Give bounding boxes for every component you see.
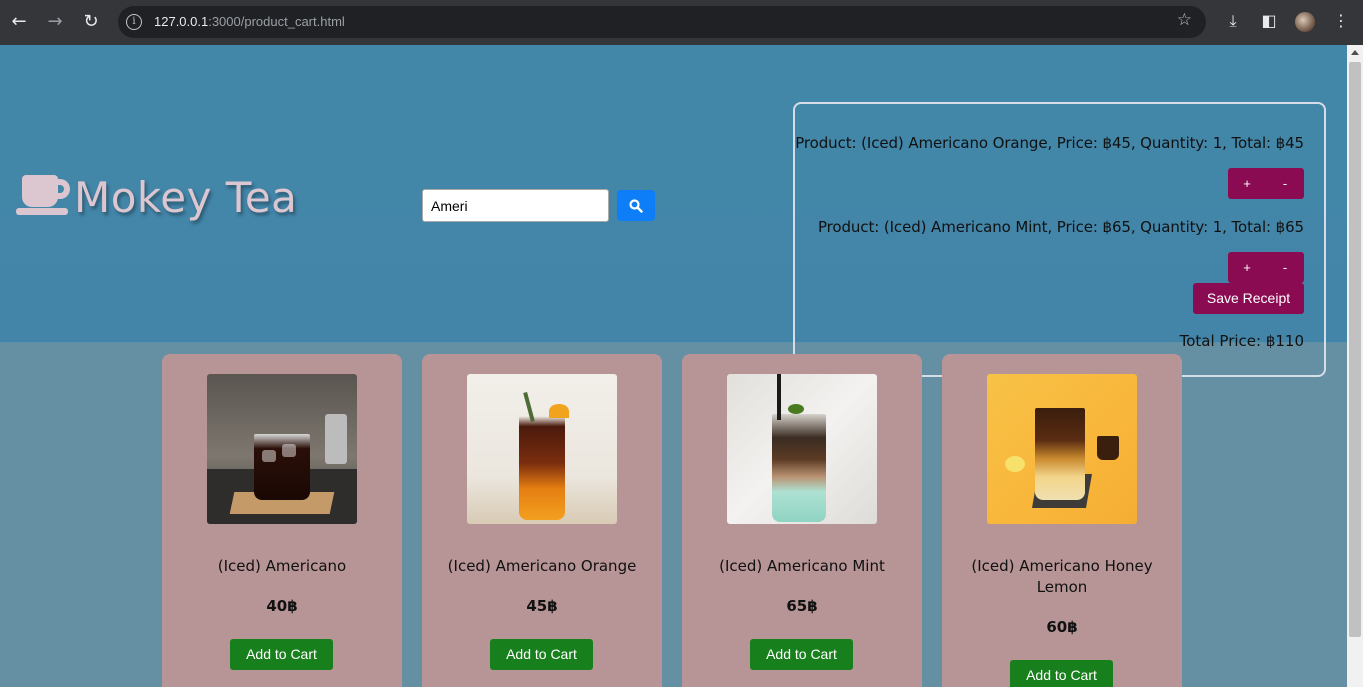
- reload-icon[interactable]: ↻: [78, 9, 104, 35]
- product-card: (Iced) Americano Mint 65฿ Add to Cart: [682, 354, 922, 687]
- page-scrollbar[interactable]: [1347, 45, 1363, 687]
- product-name: (Iced) Americano: [217, 557, 347, 575]
- product-price: 65฿: [786, 597, 818, 615]
- product-name: (Iced) Americano Orange: [447, 557, 637, 575]
- product-image: [727, 374, 877, 524]
- site-header: Mokey Tea Product: (Iced) Americano Oran…: [0, 45, 1347, 377]
- scroll-up-arrow-icon[interactable]: [1351, 50, 1359, 55]
- product-image: [207, 374, 357, 524]
- coffee-cup-icon: [16, 175, 72, 219]
- profile-avatar[interactable]: [1295, 12, 1315, 32]
- site-info-icon[interactable]: i: [126, 14, 142, 30]
- bookmark-star-icon[interactable]: ☆: [1177, 10, 1192, 30]
- back-arrow-icon[interactable]: ←: [6, 9, 32, 35]
- add-to-cart-button[interactable]: Add to Cart: [230, 639, 333, 670]
- decrease-quantity-button[interactable]: -: [1266, 168, 1304, 199]
- address-bar[interactable]: i 127.0.0.1:3000/product_cart.html ☆: [118, 6, 1206, 38]
- forward-arrow-icon[interactable]: →: [42, 9, 68, 35]
- logo[interactable]: Mokey Tea: [16, 172, 297, 222]
- search-button[interactable]: [617, 190, 655, 221]
- product-price: 60฿: [1046, 618, 1078, 636]
- cart-item-line: Product: (Iced) Americano Mint, Price: ฿…: [817, 218, 1304, 236]
- increase-quantity-button[interactable]: +: [1228, 252, 1266, 283]
- search-input[interactable]: [422, 189, 609, 222]
- add-to-cart-button[interactable]: Add to Cart: [490, 639, 593, 670]
- side-panel-icon[interactable]: ◧: [1258, 10, 1280, 32]
- menu-kebab-icon[interactable]: ⋮: [1330, 10, 1352, 32]
- product-price: 40฿: [266, 597, 298, 615]
- product-name: (Iced) Americano Mint: [719, 557, 885, 575]
- save-receipt-button[interactable]: Save Receipt: [1193, 283, 1304, 314]
- scrollbar-thumb[interactable]: [1349, 62, 1361, 637]
- product-price: 45฿: [526, 597, 558, 615]
- browser-toolbar: ← → ↻ i 127.0.0.1:3000/product_cart.html…: [0, 0, 1363, 45]
- product-name: (Iced) Americano Honey Lemon: [971, 557, 1153, 596]
- product-card: (Iced) Americano Honey Lemon 60฿ Add to …: [942, 354, 1182, 687]
- cart-panel: Product: (Iced) Americano Orange, Price:…: [793, 102, 1326, 377]
- total-price: Total Price: ฿110: [1179, 332, 1304, 350]
- increase-quantity-button[interactable]: +: [1228, 168, 1266, 199]
- decrease-quantity-button[interactable]: -: [1266, 252, 1304, 283]
- product-card: (Iced) Americano 40฿ Add to Cart: [162, 354, 402, 687]
- product-image: [987, 374, 1137, 524]
- add-to-cart-button[interactable]: Add to Cart: [1010, 660, 1113, 687]
- logo-text: Mokey Tea: [74, 172, 298, 222]
- product-card: (Iced) Americano Orange 45฿ Add to Cart: [422, 354, 662, 687]
- url-text[interactable]: 127.0.0.1:3000/product_cart.html: [154, 14, 345, 29]
- product-image: [467, 374, 617, 524]
- search-icon: [629, 199, 643, 213]
- download-icon[interactable]: ⤓: [1222, 10, 1244, 32]
- add-to-cart-button[interactable]: Add to Cart: [750, 639, 853, 670]
- cart-item-line: Product: (Iced) Americano Orange, Price:…: [795, 134, 1304, 152]
